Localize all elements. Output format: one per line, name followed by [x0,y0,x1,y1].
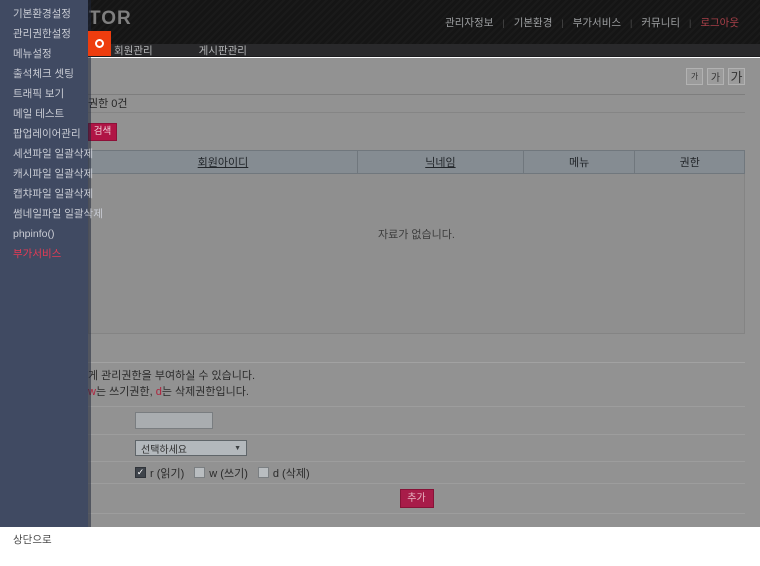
checkbox-label: r (읽기) [150,467,185,480]
font-size-button[interactable]: 가 [728,68,745,85]
font-size-controls: 가 가 가 [88,58,745,85]
result-count: 권한 0건 [88,94,745,113]
table-header-row: 회원아이디 닉네임 메뉴 권한 [88,150,745,174]
menu-select[interactable]: 선택하세요 ▼ [135,440,247,456]
table-column-header[interactable]: 권한 [634,150,745,174]
main-content: 가 가 가 권한 0건 검색 회원아이디 닉네임 메뉴 권한 자료가 없습니다.… [0,58,760,538]
permission-checkbox-item[interactable]: r (읽기) [135,465,184,481]
empty-message: 자료가 없습니다. [378,229,455,241]
search-button[interactable]: 검색 [88,123,117,141]
app-logo: TOR [89,8,132,29]
checkbox-label: d (삭제) [272,467,310,480]
sidebar-menu-item[interactable]: 썸네일파일 일괄삭제 [13,204,103,224]
checkbox-icon[interactable] [257,467,269,478]
sidebar-menu-item[interactable]: 팝업레이어관리 [13,124,88,144]
sidebar-menu-item[interactable]: 출석체크 셋팅 [13,64,88,84]
utility-link[interactable]: 커뮤니티 [632,15,689,30]
info-text-part: 는 삭제권한입니다. [161,386,249,398]
member-id-row [88,407,745,435]
sidebar-menu-item[interactable]: 관리권한설정 [13,24,88,44]
table-column-header[interactable]: 메뉴 [523,150,636,174]
font-size-button[interactable]: 가 [707,68,724,85]
submit-row: 추가 [88,484,745,514]
top-header-bar: TOR | 관리자정보 | 기본환경 | 부가서비스 | 커뮤니티 | 로그아웃 [0,0,760,44]
checkbox-icon[interactable] [194,467,206,478]
sidebar-menu-item[interactable]: 캡챠파일 일괄삭제 [13,184,93,204]
menu-select-row: 선택하세요 ▼ [88,435,745,462]
below-page-area: 상단으로 [0,527,760,566]
checkbox-label: w (쓰기) [209,467,248,480]
info-line-1: 게 관리권한을 부여하실 수 있습니다. [88,370,256,382]
utility-link[interactable]: 로그아웃 [691,15,748,30]
table-empty-state: 자료가 없습니다. [88,174,745,334]
sidebar-menu-item[interactable]: 트래픽 보기 [13,84,88,104]
sidebar-menu-item[interactable]: 기본환경설정 [13,4,88,24]
nav-tab[interactable]: 회원관리 [114,43,153,58]
sidebar-menu-item[interactable]: 메뉴설정 [13,44,88,64]
admin-sidebar: 기본환경설정 관리권한설정 메뉴설정 출석체크 셋팅 트래픽 보기 메일 테스트… [0,0,103,527]
utility-link[interactable]: 기본환경 [505,15,562,30]
nav-tab[interactable]: 게시판관리 [199,43,247,58]
permission-checkbox-item[interactable]: d (삭제) [257,465,310,481]
sidebar-toggle-button[interactable] [88,31,111,56]
grant-permission-form: 게 관리권한을 부여하실 수 있습니다. w는 쓰기권한, d는 삭제권한입니다… [88,362,745,514]
info-line-2: w는 쓰기권한, d는 삭제권한입니다. [88,384,745,400]
admin-nav-bar: 회원관리 게시판관리 [0,44,760,57]
permission-checkbox-row: r (읽기) w (쓰기) d (삭제) [88,462,745,484]
utility-links: | 관리자정보 | 기본환경 | 부가서비스 | 커뮤니티 | 로그아웃 [434,15,748,30]
sidebar-menu-item[interactable]: 캐시파일 일괄삭제 [13,164,93,184]
admin-page: TOR | 관리자정보 | 기본환경 | 부가서비스 | 커뮤니티 | 로그아웃 [0,0,760,566]
sidebar-menu-item[interactable]: 부가서비스 [13,244,88,264]
permissions-table: 회원아이디 닉네임 메뉴 권한 [88,150,745,174]
utility-link[interactable]: 부가서비스 [564,15,630,30]
info-text-part: 는 쓰기권한, [95,386,156,398]
table-column-header[interactable]: 회원아이디 [88,150,358,174]
info-text-part: w [88,386,96,398]
select-value: 선택하세요 [141,444,187,456]
member-id-input[interactable] [135,412,213,429]
nav-tabs: 회원관리 게시판관리 [0,44,760,57]
sidebar-menu: 기본환경설정 관리권한설정 메뉴설정 출석체크 셋팅 트래픽 보기 메일 테스트… [0,0,103,264]
sidebar-menu-item[interactable]: phpinfo() [13,224,88,244]
permission-checkbox-item[interactable]: w (쓰기) [194,465,248,481]
utility-link[interactable]: 관리자정보 [436,15,502,30]
sidebar-menu-item[interactable]: 메일 테스트 [13,104,88,124]
sidebar-menu-item[interactable]: 세션파일 일괄삭제 [13,144,93,164]
permission-checkboxes: r (읽기) w (쓰기) d (삭제) [135,465,310,481]
table-column-header[interactable]: 닉네임 [357,150,524,174]
form-info: 게 관리권한을 부여하실 수 있습니다. w는 쓰기권한, d는 삭제권한입니다… [88,363,745,407]
circle-icon [95,39,104,48]
checkbox-icon[interactable] [135,467,146,478]
add-button[interactable]: 추가 [399,489,434,508]
chevron-down-icon: ▼ [234,444,241,452]
font-size-button[interactable]: 가 [686,68,703,85]
search-row: 검색 [88,113,745,150]
scroll-to-top-link[interactable]: 상단으로 [13,532,52,547]
